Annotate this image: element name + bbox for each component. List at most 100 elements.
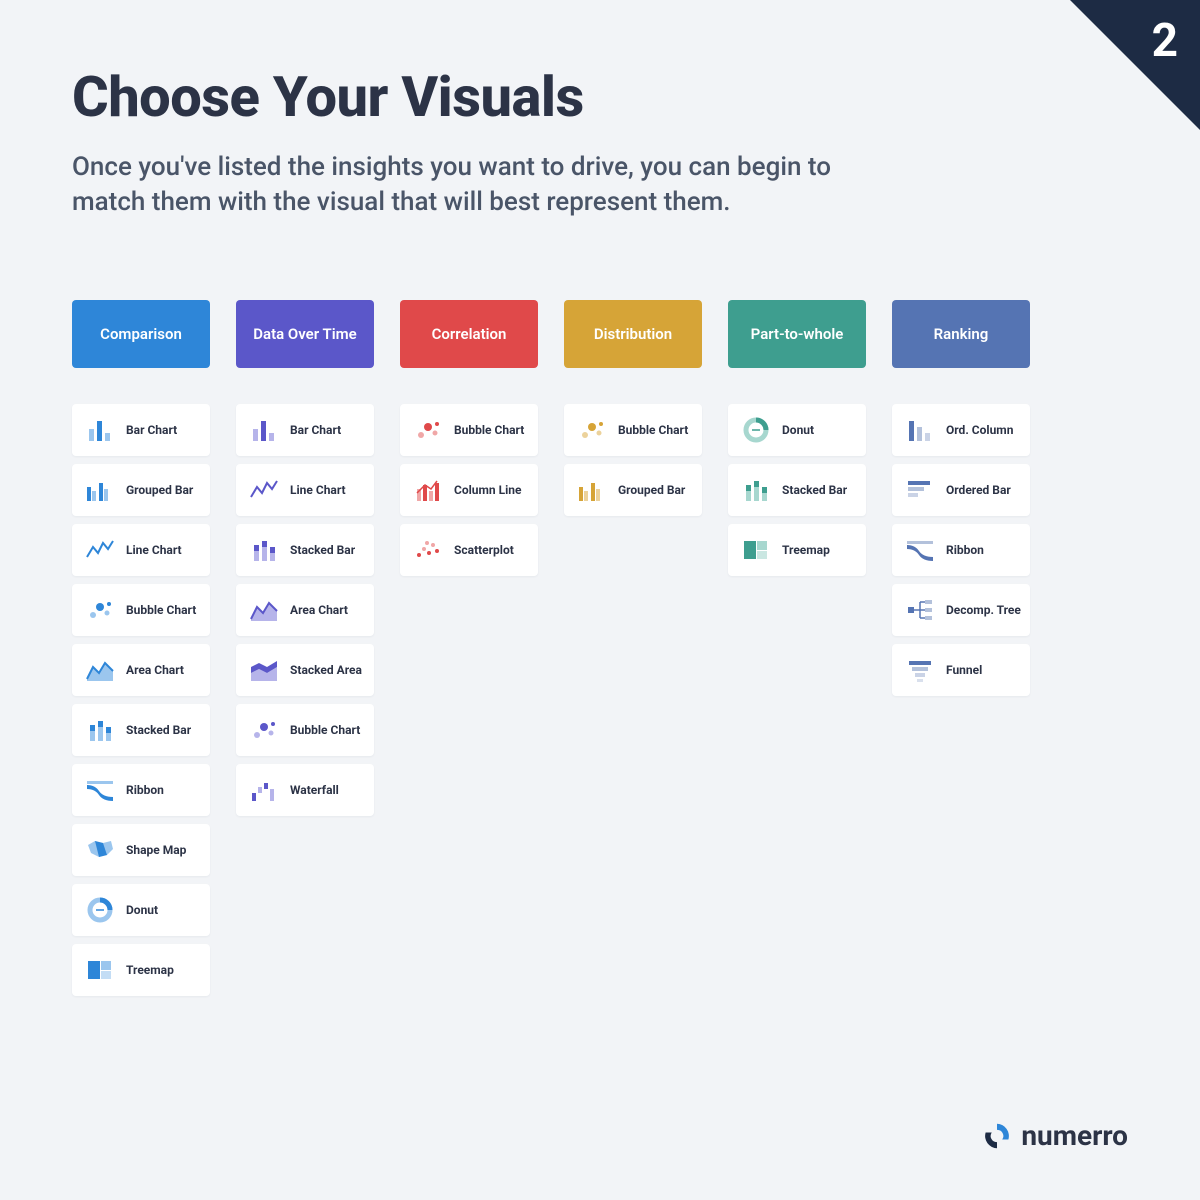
chart-card-label: Column Line: [454, 483, 522, 497]
bar-blue-icon: [82, 412, 118, 448]
chart-card[interactable]: Area Chart: [236, 584, 374, 636]
bubble-yellow-icon: [574, 412, 610, 448]
donut-blue-icon: [82, 892, 118, 928]
categories-grid: Comparison Bar Chart Grouped Bar Line Chart…: [72, 300, 1128, 996]
chart-card-label: Ribbon: [126, 783, 164, 797]
chart-card-label: Scatterplot: [454, 543, 514, 557]
chart-card[interactable]: Scatterplot: [400, 524, 538, 576]
chart-card[interactable]: Decomp. Tree: [892, 584, 1030, 636]
page-title: Choose Your Visuals: [72, 64, 1128, 130]
brand-logo-icon: [983, 1122, 1011, 1150]
chart-card-label: Funnel: [946, 663, 982, 677]
decomp-tree-slate-icon: [902, 592, 938, 628]
category-column: Comparison Bar Chart Grouped Bar Line Chart…: [72, 300, 210, 996]
chart-card[interactable]: Donut: [72, 884, 210, 936]
shape-map-blue-icon: [82, 832, 118, 868]
category-column: Part-to-wholeDonutStacked BarTreemap: [728, 300, 866, 996]
cards-list: Bar Chart Line Chart Stacked Bar Area Chart…: [236, 404, 374, 816]
stacked-area-purple-icon: [246, 652, 282, 688]
treemap-blue-icon: [82, 952, 118, 988]
chart-card[interactable]: Grouped Bar: [564, 464, 702, 516]
ribbon-slate-icon: [902, 532, 938, 568]
chart-card[interactable]: Ribbon: [892, 524, 1030, 576]
chart-card-label: Treemap: [782, 543, 830, 557]
scatter-red-icon: [410, 532, 446, 568]
chart-card[interactable]: Stacked Bar: [236, 524, 374, 576]
chart-card[interactable]: Ordered Bar: [892, 464, 1030, 516]
stacked-bar-teal-icon: [738, 472, 774, 508]
category-header: Distribution: [564, 300, 702, 368]
chart-card-label: Donut: [782, 423, 814, 437]
chart-card-label: Bubble Chart: [454, 423, 524, 437]
chart-card-label: Bar Chart: [290, 423, 341, 437]
category-header: Comparison: [72, 300, 210, 368]
ordered-bar-slate-icon: [902, 472, 938, 508]
column-line-red-icon: [410, 472, 446, 508]
page-content: Choose Your Visuals Once you've listed t…: [0, 0, 1200, 1026]
cards-list: Bar Chart Grouped Bar Line Chart Bubble Cha…: [72, 404, 210, 996]
chart-card[interactable]: Bar Chart: [236, 404, 374, 456]
area-purple-icon: [246, 592, 282, 628]
chart-card[interactable]: Ribbon: [72, 764, 210, 816]
chart-card-label: Decomp. Tree: [946, 603, 1021, 617]
chart-card[interactable]: Shape Map: [72, 824, 210, 876]
category-header: Ranking: [892, 300, 1030, 368]
chart-card[interactable]: Bar Chart: [72, 404, 210, 456]
chart-card[interactable]: Stacked Bar: [72, 704, 210, 756]
page-number: 2: [1152, 14, 1178, 68]
chart-card-label: Donut: [126, 903, 158, 917]
cards-list: Bubble Chart Column Line Scatterplot: [400, 404, 538, 576]
chart-card-label: Line Chart: [290, 483, 346, 497]
chart-card[interactable]: Line Chart: [236, 464, 374, 516]
chart-card[interactable]: Funnel: [892, 644, 1030, 696]
category-header: Correlation: [400, 300, 538, 368]
chart-card[interactable]: Bubble Chart: [72, 584, 210, 636]
chart-card-label: Bubble Chart: [618, 423, 688, 437]
waterfall-purple-icon: [246, 772, 282, 808]
chart-card-label: Shape Map: [126, 843, 186, 857]
chart-card-label: Area Chart: [126, 663, 184, 677]
cards-list: Ord. Column Ordered Bar Ribbon Decomp. Tree…: [892, 404, 1030, 696]
chart-card[interactable]: Grouped Bar: [72, 464, 210, 516]
ord-column-slate-icon: [902, 412, 938, 448]
chart-card-label: Line Chart: [126, 543, 182, 557]
chart-card[interactable]: Donut: [728, 404, 866, 456]
bubble-red-icon: [410, 412, 446, 448]
chart-card[interactable]: Bubble Chart: [564, 404, 702, 456]
chart-card-label: Ribbon: [946, 543, 984, 557]
area-blue-icon: [82, 652, 118, 688]
chart-card-label: Ord. Column: [946, 423, 1013, 437]
chart-card[interactable]: Treemap: [72, 944, 210, 996]
chart-card-label: Area Chart: [290, 603, 348, 617]
chart-card-label: Bar Chart: [126, 423, 177, 437]
chart-card[interactable]: Column Line: [400, 464, 538, 516]
chart-card[interactable]: Line Chart: [72, 524, 210, 576]
chart-card-label: Stacked Area: [290, 663, 362, 677]
category-column: Correlation Bubble Chart Column Line Scatte…: [400, 300, 538, 996]
funnel-slate-icon: [902, 652, 938, 688]
ribbon-blue-icon: [82, 772, 118, 808]
chart-card-label: Stacked Bar: [126, 723, 191, 737]
chart-card-label: Grouped Bar: [618, 483, 685, 497]
chart-card[interactable]: Area Chart: [72, 644, 210, 696]
chart-card[interactable]: Bubble Chart: [400, 404, 538, 456]
chart-card[interactable]: Stacked Area: [236, 644, 374, 696]
chart-card-label: Grouped Bar: [126, 483, 193, 497]
brand: numerro: [983, 1119, 1128, 1152]
category-column: Data Over TimeBar ChartLine ChartStacked…: [236, 300, 374, 996]
chart-card[interactable]: Stacked Bar: [728, 464, 866, 516]
grouped-bar-yellow-icon: [574, 472, 610, 508]
grouped-bar-blue-icon: [82, 472, 118, 508]
chart-card-label: Waterfall: [290, 783, 339, 797]
donut-teal-icon: [738, 412, 774, 448]
page-subtitle: Once you've listed the insights you want…: [72, 150, 892, 220]
chart-card[interactable]: Ord. Column: [892, 404, 1030, 456]
chart-card-label: Ordered Bar: [946, 483, 1011, 497]
chart-card[interactable]: Treemap: [728, 524, 866, 576]
bar-purple-icon: [246, 412, 282, 448]
chart-card-label: Stacked Bar: [782, 483, 847, 497]
corner-badge: [1070, 0, 1200, 130]
chart-card[interactable]: Waterfall: [236, 764, 374, 816]
chart-card[interactable]: Bubble Chart: [236, 704, 374, 756]
chart-card-label: Bubble Chart: [126, 603, 196, 617]
